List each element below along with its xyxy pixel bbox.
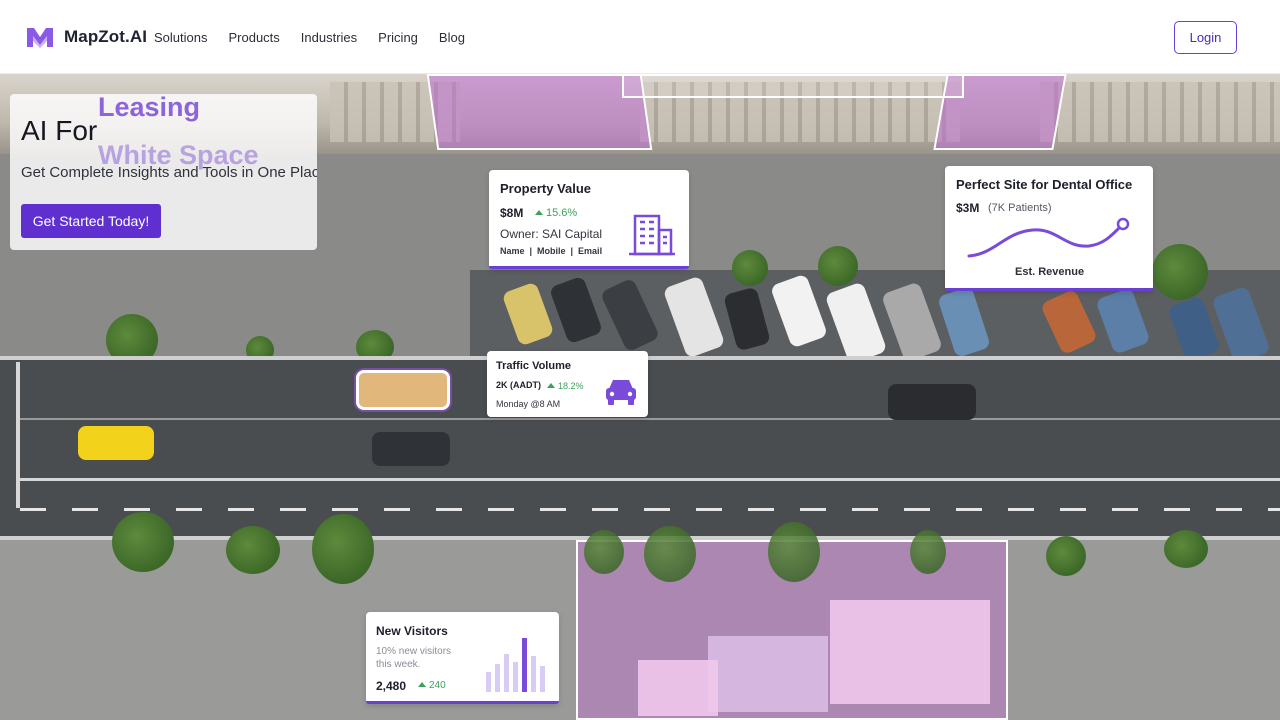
tree (1164, 530, 1208, 568)
card-title: New Visitors (376, 624, 448, 638)
traffic-time: Monday @8 AM (496, 399, 561, 409)
trend-line-icon (967, 217, 1130, 258)
nav-item-solutions[interactable]: Solutions (154, 30, 207, 45)
visitors-description: 10% new visitors (376, 646, 452, 657)
awning-roof (708, 636, 828, 712)
moving-car (372, 432, 450, 466)
mapzot-logo-icon[interactable] (26, 25, 54, 49)
card-title: Traffic Volume (496, 360, 571, 372)
up-arrow-icon (418, 682, 426, 687)
lane-marking (16, 362, 20, 508)
property-change-value: 15.6% (546, 207, 578, 219)
tree (112, 512, 174, 572)
main-menu: Solutions Products Industries Pricing Bl… (154, 30, 486, 45)
dental-patients: (7K Patients) (988, 202, 1052, 214)
property-change: 15.6% (529, 207, 577, 219)
bar-chart-icon (486, 638, 545, 692)
building-facade (1040, 82, 1280, 142)
moving-car (888, 384, 976, 420)
nav-item-products[interactable]: Products (228, 30, 279, 45)
tree (818, 246, 858, 286)
highlighted-building (426, 74, 653, 150)
brand-name[interactable]: MapZot.AI (64, 27, 147, 47)
traffic-change: 18.2% (541, 381, 584, 391)
dental-office-card: Perfect Site for Dental Office $3M (7K P… (945, 166, 1153, 291)
up-arrow-icon (535, 210, 543, 215)
visitors-change: 240 (412, 680, 446, 691)
traffic-change-value: 18.2% (558, 381, 584, 391)
traffic-volume-card: Traffic Volume 2K (AADT) 18.2% Monday @8… (487, 351, 648, 417)
tree (768, 522, 820, 582)
card-accent-bar (366, 701, 559, 704)
taxi-car (78, 426, 154, 460)
nav-item-blog[interactable]: Blog (439, 30, 465, 45)
tree (1152, 244, 1208, 300)
nav-item-pricing[interactable]: Pricing (378, 30, 418, 45)
tree (312, 514, 374, 584)
up-arrow-icon (547, 383, 555, 388)
tree (1046, 536, 1086, 576)
car-icon (606, 380, 636, 405)
lane-marking (20, 478, 1280, 481)
tree (910, 530, 946, 574)
top-navbar: MapZot.AI Solutions Products Industries … (0, 0, 1280, 74)
awning-roof (830, 600, 990, 704)
tree (226, 526, 280, 574)
property-owner: Owner: SAI Capital (500, 227, 603, 241)
card-accent-bar (489, 266, 689, 269)
dashed-lane-marking (20, 508, 1280, 511)
tree (584, 530, 624, 574)
card-accent-bar (945, 288, 1153, 291)
hero-title: AI For (21, 115, 98, 146)
tree (732, 250, 768, 286)
awning-roof (638, 660, 718, 716)
highlighted-plaza (576, 522, 1008, 720)
dental-caption: Est. Revenue (1015, 266, 1085, 278)
lane-marking (20, 418, 1280, 420)
hero-rotating-word: Leasing (98, 94, 201, 122)
get-started-button[interactable]: Get Started Today! (21, 204, 161, 238)
hero-panel: Leasing White Space AI For Get Complete … (10, 94, 317, 250)
property-value-card: Property Value $8M 15.6% Owner: SAI Capi… (489, 170, 689, 269)
card-title: Property Value (500, 181, 592, 196)
tree (644, 526, 696, 582)
property-value: $8M (500, 206, 524, 220)
hero-subtitle: Get Complete Insights and Tools in One P… (21, 164, 317, 181)
visitors-change-value: 240 (429, 680, 446, 691)
visitors-value: 2,480 (376, 679, 407, 693)
dental-revenue-value: $3M (956, 201, 980, 215)
highlighted-building (622, 74, 964, 98)
nav-item-industries[interactable]: Industries (301, 30, 357, 45)
visitors-description-2: this week. (376, 659, 421, 670)
new-visitors-card: New Visitors 10% new visitors this week.… (366, 612, 559, 704)
traffic-value: 2K (AADT) (496, 380, 541, 390)
card-title: Perfect Site for Dental Office (956, 177, 1133, 192)
property-contact-links[interactable]: Name | Mobile | Email (500, 246, 602, 256)
login-button[interactable]: Login (1174, 21, 1237, 54)
highlighted-taxi (356, 370, 450, 410)
building-icon (629, 214, 675, 256)
